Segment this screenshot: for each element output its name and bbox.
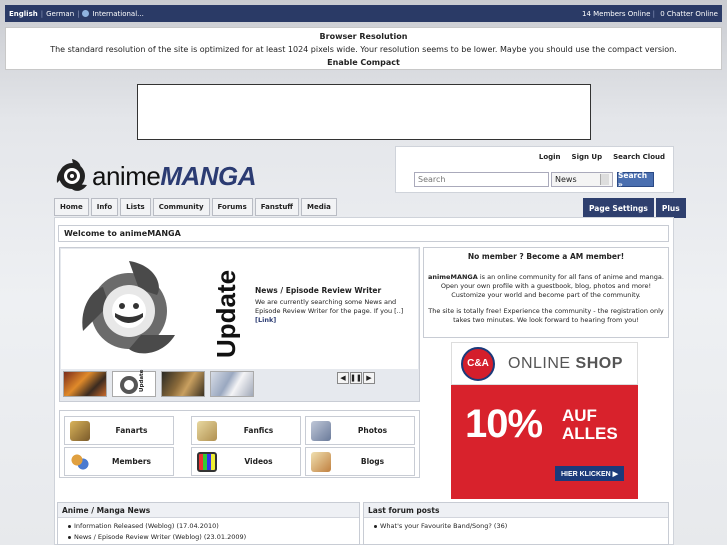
ad-discount-label: AUF ALLES xyxy=(562,406,618,443)
site-logo[interactable]: animeMANGA xyxy=(54,156,269,196)
grid-members[interactable]: Members xyxy=(64,447,174,476)
pencil-paper-icon xyxy=(197,420,217,441)
news-item[interactable]: News / Episode Review Writer (Weblog) (2… xyxy=(68,532,359,543)
ad-cta-button[interactable]: HIER KLICKEN ▶ xyxy=(555,466,624,481)
members-icon xyxy=(70,451,90,472)
feature-slider: Update News / Episode Review Writer We a… xyxy=(59,247,420,402)
search-type-value: News xyxy=(555,175,577,184)
language-international[interactable]: International... xyxy=(92,10,143,18)
thumbnail-1[interactable] xyxy=(63,371,107,397)
globe-icon xyxy=(82,9,90,17)
blog-icon xyxy=(311,451,331,472)
nav-fanstuff[interactable]: Fanstuff xyxy=(254,198,299,216)
grid-blogs[interactable]: Blogs xyxy=(305,447,415,476)
main-nav: Home Info Lists Community Forums Fanstuf… xyxy=(54,198,337,216)
pause-button[interactable]: ❚❚ xyxy=(350,372,362,384)
search-input[interactable] xyxy=(414,172,549,187)
language-german[interactable]: German xyxy=(46,10,74,18)
thumbnail-4[interactable] xyxy=(210,371,254,397)
feature-link[interactable]: [Link] xyxy=(255,316,276,324)
login-link[interactable]: Login xyxy=(539,153,561,161)
update-word-graphic: Update xyxy=(214,270,240,358)
plus-button[interactable]: Plus xyxy=(655,198,686,218)
resolution-notice: Browser Resolution The standard resoluti… xyxy=(5,27,722,70)
shuriken-logo-icon xyxy=(56,159,87,191)
member-heading[interactable]: No member ? Become a AM member! xyxy=(428,252,664,261)
ca-logo: C&A xyxy=(461,346,495,381)
thumbnail-2[interactable]: Update xyxy=(112,369,156,397)
nav-forums[interactable]: Forums xyxy=(211,198,253,216)
ad-shop-text: ONLINE SHOP xyxy=(508,354,623,372)
section-grid: Fanarts Fanfics Photos Members Videos Bl… xyxy=(59,410,420,478)
search-panel: Login Sign Up Search Cloud News Search » xyxy=(395,146,674,193)
prev-button[interactable]: ◀ xyxy=(337,372,349,384)
thumb-update-label: Update xyxy=(139,369,145,392)
enable-compact-link[interactable]: Enable Compact xyxy=(6,56,721,69)
language-switcher: English | German | International... xyxy=(9,9,144,18)
paintbrush-icon xyxy=(70,420,90,441)
news-item[interactable]: Information Released (Weblog) (17.04.201… xyxy=(68,521,359,532)
member-intro: animeMANGA is an online community for al… xyxy=(428,273,664,299)
feature-thumbnails: Update xyxy=(63,369,254,397)
feature-slide[interactable]: Update News / Episode Review Writer We a… xyxy=(61,249,418,369)
online-status: 14 Members Online | 0 Chatter Online xyxy=(582,9,718,18)
right-nav: Page Settings Plus xyxy=(583,198,686,218)
search-cloud-link[interactable]: Search Cloud xyxy=(613,153,665,161)
language-english[interactable]: English xyxy=(9,10,38,18)
ad-discount: 10% xyxy=(465,402,543,446)
news-box: Anime / Manga News Information Released … xyxy=(57,502,360,545)
nav-home[interactable]: Home xyxy=(54,198,89,216)
shuriken-thumb-icon xyxy=(120,376,138,394)
search-button[interactable]: Search » xyxy=(617,171,654,189)
logo-wordmark: animeMANGA xyxy=(92,160,257,191)
shuriken-mascot-icon xyxy=(82,261,175,354)
members-online-link[interactable]: 14 Members Online xyxy=(582,10,650,18)
chevron-down-icon xyxy=(600,174,609,185)
grid-fanarts[interactable]: Fanarts xyxy=(64,416,174,445)
forum-title: Last forum posts xyxy=(364,503,668,518)
signup-link[interactable]: Sign Up xyxy=(572,153,603,161)
chatter-online-link[interactable]: 0 Chatter Online xyxy=(660,10,718,18)
feature-text: We are currently searching some News and… xyxy=(255,298,404,324)
photo-icon xyxy=(311,420,331,441)
search-type-select[interactable]: News xyxy=(551,172,613,187)
news-title: Anime / Manga News xyxy=(58,503,359,518)
slider-controls: ◀ ❚❚ ▶ xyxy=(337,372,375,384)
notice-text: The standard resolution of the site is o… xyxy=(50,45,677,54)
page-settings-button[interactable]: Page Settings xyxy=(583,198,654,218)
grid-videos[interactable]: Videos xyxy=(191,447,301,476)
notice-title: Browser Resolution xyxy=(319,32,408,41)
banner-ad-placeholder[interactable] xyxy=(137,84,591,140)
forum-box: Last forum posts What's your Favourite B… xyxy=(363,502,669,545)
svg-text:Update: Update xyxy=(214,270,240,358)
top-bar: English | German | International... 14 Membe… xyxy=(5,5,722,22)
thumbnail-3[interactable] xyxy=(161,371,205,397)
grid-photos[interactable]: Photos xyxy=(305,416,415,445)
member-info-box: No member ? Become a AM member! animeMAN… xyxy=(423,247,669,338)
nav-info[interactable]: Info xyxy=(90,198,119,216)
nav-lists[interactable]: Lists xyxy=(120,198,151,216)
ca-shop-ad[interactable]: C&A ONLINE SHOP 10% AUF ALLES HIER KLICKE… xyxy=(451,342,638,499)
nav-community[interactable]: Community xyxy=(152,198,210,216)
feature-heading[interactable]: News / Episode Review Writer xyxy=(255,286,381,295)
nav-media[interactable]: Media xyxy=(300,198,337,216)
tv-icon xyxy=(197,451,217,472)
grid-fanfics[interactable]: Fanfics xyxy=(191,416,301,445)
welcome-heading: Welcome to animeMANGA xyxy=(58,225,669,242)
forum-post-item[interactable]: What's your Favourite Band/Song? (36) xyxy=(374,521,668,532)
member-registration-text: The site is totally free! Experience the… xyxy=(428,307,664,324)
next-button[interactable]: ▶ xyxy=(363,372,375,384)
